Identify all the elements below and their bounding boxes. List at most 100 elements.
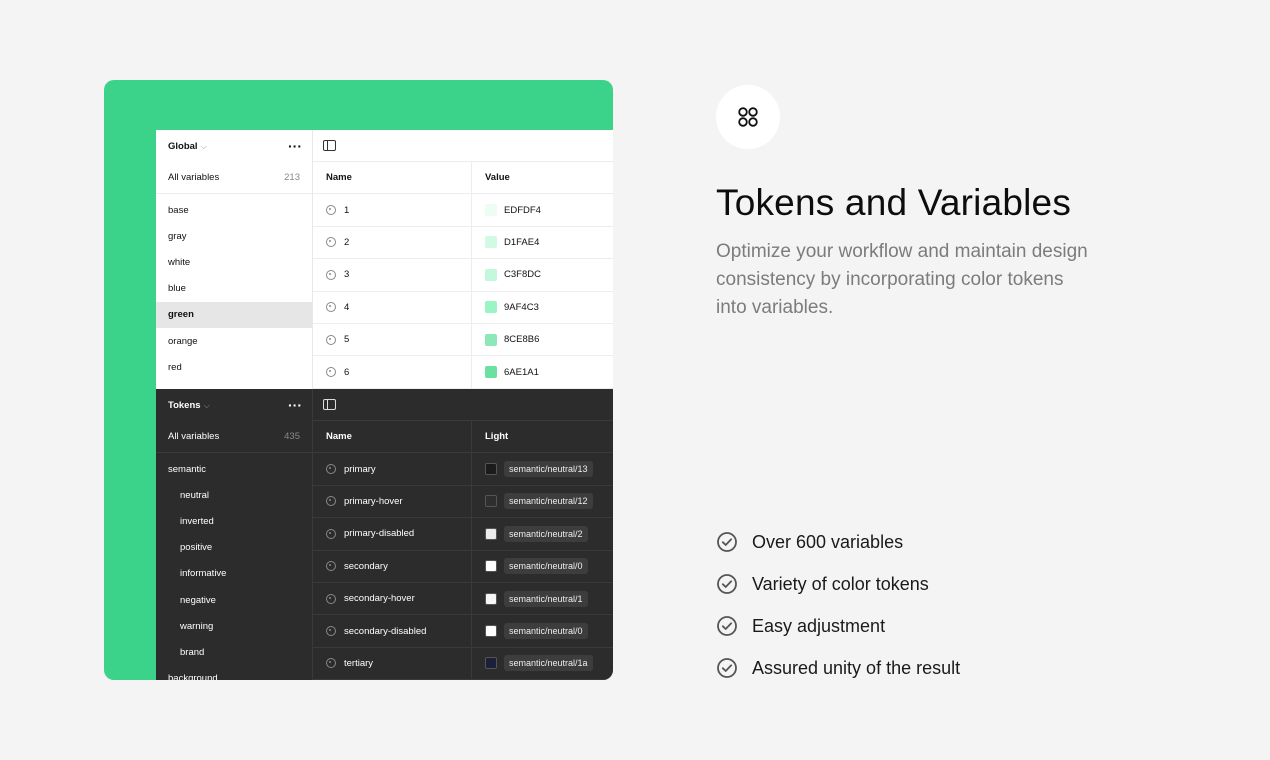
all-variables-label: All variables (168, 431, 220, 442)
sidebar-item-informative[interactable]: informative (156, 561, 312, 587)
color-variable-icon (326, 302, 336, 313)
table-row[interactable]: secondary-disabled semantic/neutral/0 (313, 615, 613, 648)
sidebar-item-negative[interactable]: negative (156, 587, 312, 613)
color-variable-icon (326, 658, 336, 669)
name-cell: primary (313, 453, 472, 485)
sidebar-item-green[interactable]: green (156, 301, 312, 328)
name-cell: secondary (313, 550, 472, 582)
value-cell[interactable]: EDFDF4 (472, 194, 613, 225)
table-row[interactable]: primary-hover semantic/neutral/12 (313, 485, 613, 519)
sidebar-item-orange[interactable]: orange (156, 328, 312, 354)
all-variables-count: 213 (284, 172, 300, 183)
alias-tag: semantic/neutral/1 (504, 590, 588, 607)
hex-value: C3F8DC (504, 269, 541, 281)
value-cell[interactable]: 9AF4C3 (472, 292, 613, 323)
color-swatch (485, 592, 497, 605)
sidebar-item-label: base (168, 204, 189, 216)
feature-label: Easy adjustment (752, 615, 886, 636)
sidebar-item-label: neutral (180, 489, 210, 501)
sidebar-item-inverted[interactable]: inverted (156, 508, 312, 534)
name-cell: secondary-hover (313, 582, 472, 615)
sidebar-item-label: informative (180, 568, 227, 580)
sidebar-item-warning[interactable]: warning (156, 613, 312, 639)
variable-name: secondary (344, 560, 388, 572)
alias-tag: semantic/neutral/13 (504, 461, 593, 478)
table-row[interactable]: 1 EDFDF4 (313, 194, 613, 227)
value-cell[interactable]: 8CE8B6 (472, 324, 613, 355)
table-row[interactable]: 5 8CE8B6 (313, 323, 613, 357)
column-header-name: Name (313, 162, 472, 194)
value-cell[interactable]: semantic/neutral/1a (472, 648, 613, 679)
color-variable-icon (326, 464, 336, 475)
value-cell[interactable]: D1FAE4 (472, 227, 613, 258)
collection-header[interactable]: Global ⌵ ··· (156, 130, 312, 162)
table-row[interactable]: secondary-hover semantic/neutral/1 (313, 582, 613, 616)
color-swatch (485, 463, 497, 476)
value-cell[interactable]: 6AE1A1 (472, 356, 613, 387)
color-variable-icon (326, 205, 336, 216)
global-variables-panel: Global ⌵ ··· All variables 213 base gray wh… (156, 130, 613, 389)
color-variable-icon (326, 528, 336, 539)
value-cell[interactable]: semantic/neutral/0 (472, 615, 613, 646)
collection-header[interactable]: Tokens ⌵ ··· (156, 389, 312, 421)
value-cell[interactable]: semantic/neutral/2 (472, 518, 613, 549)
table-row[interactable]: 3 C3F8DC (313, 259, 613, 292)
sidebar-item-blue[interactable]: blue (156, 276, 312, 302)
table-row[interactable]: primary-disabled semantic/neutral/2 (313, 518, 613, 551)
all-variables-item[interactable]: All variables 213 (156, 162, 312, 194)
all-variables-item[interactable]: All variables 435 (156, 421, 312, 453)
name-cell: 1 (313, 194, 472, 226)
variable-name: 2 (344, 236, 350, 248)
sidebar-item-label: red (168, 361, 182, 373)
color-swatch (485, 495, 497, 508)
feature-item: Variety of color tokens (716, 563, 960, 605)
sidebar-item-gray[interactable]: gray (156, 223, 312, 249)
sidebar-toggle-icon[interactable] (323, 399, 336, 410)
value-cell[interactable]: semantic/neutral/12 (472, 486, 613, 517)
sidebar-item-background[interactable]: background (156, 666, 312, 680)
sidebar-item-label: green (168, 309, 194, 321)
table-row[interactable]: 6 6AE1A1 (313, 356, 613, 389)
variable-name: 3 (344, 269, 350, 281)
table-row[interactable]: secondary semantic/neutral/0 (313, 550, 613, 583)
sidebar-item-neutral[interactable]: neutral (156, 482, 312, 508)
sidebar-toggle-icon[interactable] (323, 140, 336, 151)
sidebar-item-positive[interactable]: positive (156, 535, 312, 561)
color-variable-icon (326, 626, 336, 637)
color-variable-icon (326, 237, 336, 248)
check-circle-icon (716, 615, 738, 637)
sidebar-item-white[interactable]: white (156, 249, 312, 275)
color-swatch (485, 366, 497, 379)
sidebar-item-base[interactable]: base (156, 197, 312, 223)
variables-preview-card: Global ⌵ ··· All variables 213 base gray wh… (104, 80, 613, 680)
feature-label: Variety of color tokens (752, 573, 929, 594)
sidebar-item-semantic[interactable]: semantic (156, 456, 312, 482)
sidebar-item-label: brand (180, 646, 205, 658)
four-circles-icon (716, 85, 780, 149)
table-row[interactable]: 2 D1FAE4 (313, 226, 613, 260)
table-row[interactable]: primary semantic/neutral/13 (313, 453, 613, 486)
table-row[interactable]: tertiary semantic/neutral/1a (313, 647, 613, 680)
value-cell[interactable]: C3F8DC (472, 259, 613, 290)
sidebar-item-label: positive (180, 542, 213, 554)
all-variables-count: 435 (284, 431, 300, 442)
hex-value: EDFDF4 (504, 204, 541, 216)
sidebar-item-brand[interactable]: brand (156, 639, 312, 665)
name-cell: tertiary (313, 647, 472, 680)
name-cell: 2 (313, 226, 472, 259)
feature-item: Over 600 variables (716, 521, 960, 563)
color-variable-icon (326, 334, 336, 345)
sidebar-item-label: negative (180, 594, 216, 606)
value-cell[interactable]: semantic/neutral/0 (472, 551, 613, 582)
sidebar-item-red[interactable]: red (156, 354, 312, 380)
value-cell[interactable]: semantic/neutral/1 (472, 583, 613, 614)
more-options-icon[interactable]: ··· (288, 139, 302, 153)
more-options-icon[interactable]: ··· (288, 398, 302, 412)
sidebar-item-label: blue (168, 283, 186, 295)
table-toolbar (313, 389, 613, 421)
color-variable-icon (326, 593, 336, 604)
value-cell[interactable]: semantic/neutral/13 (472, 453, 613, 484)
feature-item: Assured unity of the result (716, 647, 960, 689)
chevron-down-icon: ⌵ (203, 400, 210, 410)
table-row[interactable]: 4 9AF4C3 (313, 291, 613, 324)
